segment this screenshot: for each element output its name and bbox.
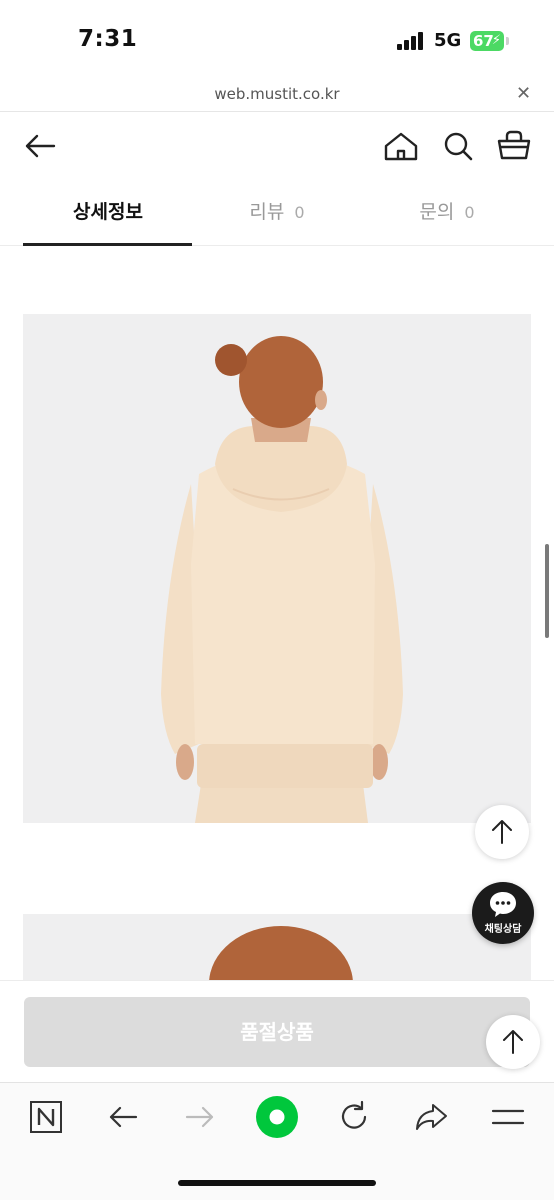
- close-icon[interactable]: ✕: [516, 83, 531, 104]
- purchase-bar: 품절상품: [0, 980, 554, 1082]
- chat-consult-button[interactable]: 채팅상담: [472, 882, 534, 944]
- app-header: [0, 112, 554, 180]
- scroll-top-button[interactable]: [475, 805, 529, 859]
- naver-home-icon[interactable]: [255, 1095, 299, 1139]
- tab-inquiry-label: 문의: [419, 201, 455, 223]
- tab-bar: 상세정보 리뷰 0 문의 0: [0, 180, 554, 246]
- tab-inquiry-count: 0: [464, 203, 475, 222]
- tab-review-label: 리뷰: [249, 201, 285, 223]
- tab-detail-label: 상세정보: [73, 201, 143, 223]
- url-text: web.mustit.co.kr: [214, 85, 340, 103]
- arrow-left-icon[interactable]: [22, 128, 58, 164]
- battery-cap: [506, 37, 509, 45]
- chat-consult-label: 채팅상담: [484, 924, 522, 935]
- share-icon[interactable]: [413, 1099, 449, 1135]
- tab-review-count: 0: [294, 203, 305, 222]
- signal-icon: [397, 32, 427, 50]
- scroll-top-button-secondary[interactable]: [486, 1015, 540, 1069]
- menu-icon[interactable]: [490, 1099, 526, 1135]
- browser-forward-icon[interactable]: [182, 1099, 218, 1135]
- soldout-button[interactable]: 품절상품: [24, 997, 530, 1067]
- model-hair-illustration: [209, 926, 353, 980]
- chat-bubble-icon: [490, 892, 516, 917]
- page-scrollbar[interactable]: [545, 544, 549, 638]
- tab-detail[interactable]: 상세정보: [23, 180, 193, 246]
- charging-icon: ⚡: [491, 33, 501, 48]
- url-bar[interactable]: web.mustit.co.kr ✕: [0, 80, 554, 112]
- battery-level: 67: [473, 32, 494, 50]
- home-icon[interactable]: [383, 128, 419, 164]
- arrow-up-icon: [492, 820, 512, 844]
- active-tab-indicator: [23, 243, 192, 246]
- hoodie-back-illustration: [161, 336, 403, 823]
- tab-inquiry[interactable]: 문의 0: [362, 180, 532, 246]
- product-image-2: [23, 914, 531, 980]
- network-type: 5G: [434, 30, 462, 51]
- home-indicator: [178, 1180, 376, 1186]
- tab-review[interactable]: 리뷰 0: [192, 180, 362, 246]
- basket-icon[interactable]: [496, 128, 532, 164]
- status-time: 7:31: [78, 26, 138, 52]
- search-icon[interactable]: [440, 128, 476, 164]
- status-bar: 7:31 5G 67 ⚡: [0, 0, 554, 80]
- product-image: [23, 314, 531, 823]
- battery-icon: 67 ⚡: [470, 31, 504, 51]
- refresh-icon[interactable]: [336, 1099, 372, 1135]
- browser-back-icon[interactable]: [105, 1099, 141, 1135]
- arrow-up-icon: [503, 1030, 523, 1054]
- naver-n-icon[interactable]: [28, 1099, 64, 1135]
